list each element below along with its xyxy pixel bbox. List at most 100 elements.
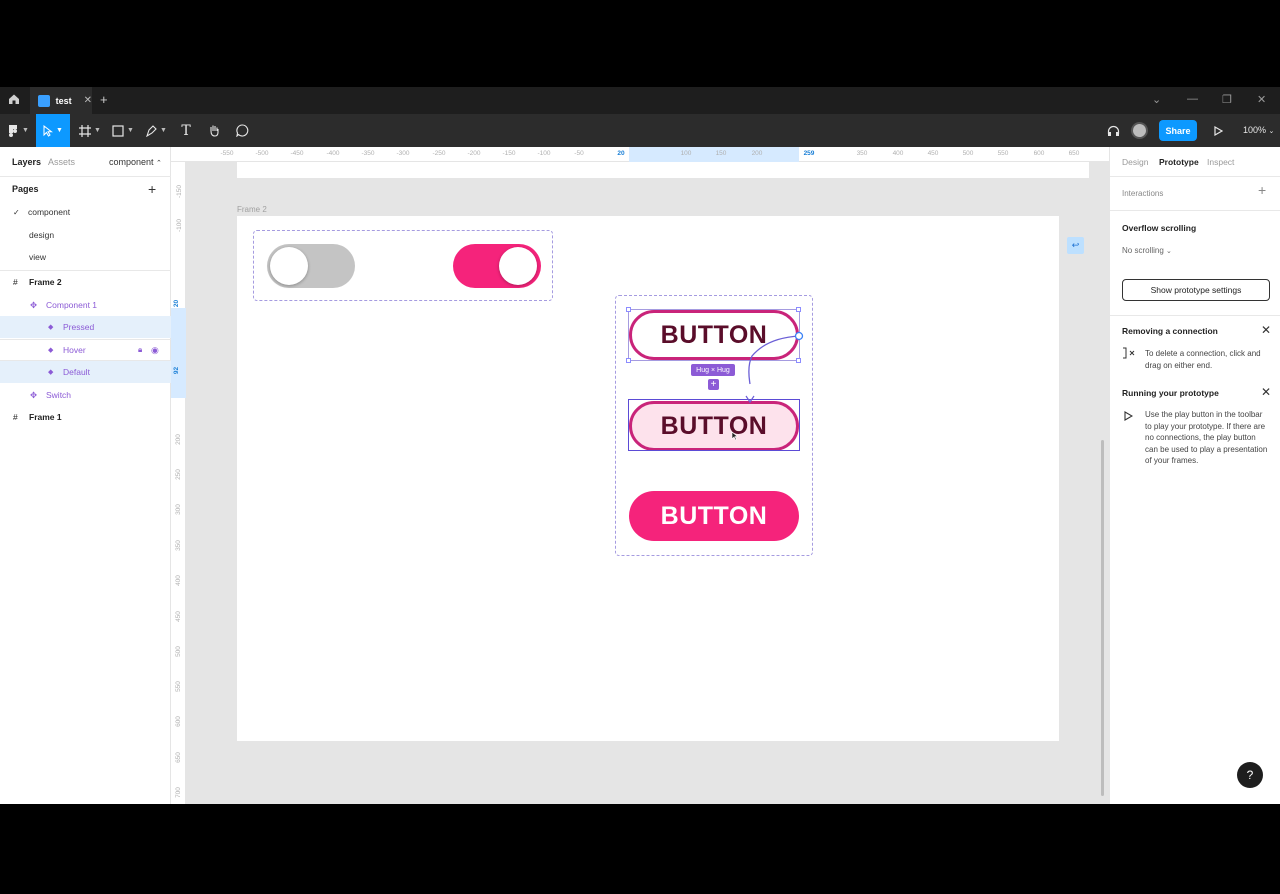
layer-switch[interactable]: ✥ Switch [0, 384, 171, 406]
show-prototype-settings-button[interactable]: Show prototype settings [1122, 279, 1270, 301]
page-selector[interactable]: component ⌃ [109, 157, 162, 167]
close-icon[interactable]: ✕ [1261, 385, 1271, 399]
tab-design[interactable]: Design [1122, 157, 1148, 167]
resize-handle[interactable] [626, 358, 631, 363]
page-selector-label: component [109, 157, 154, 167]
variant-icon: ◆ [48, 324, 54, 331]
switch-knob [499, 247, 537, 285]
close-window-icon[interactable]: ✕ [1257, 93, 1266, 106]
avatar[interactable] [1131, 122, 1148, 139]
main-menu-icon[interactable]: ▼ [4, 114, 34, 147]
page-item-component[interactable]: ✓ component [0, 201, 171, 223]
removing-connection-text: To delete a connection, click and drag o… [1145, 349, 1261, 370]
chevron-down-icon[interactable]: ⌄ [1152, 93, 1161, 106]
ruler-tick: -500 [255, 150, 269, 157]
running-prototype-title: Running your prototype [1122, 388, 1219, 398]
pen-tool-icon[interactable]: ▼ [143, 114, 169, 147]
ruler-tick: -450 [290, 150, 304, 157]
share-button[interactable]: Share [1159, 120, 1197, 141]
frame-1-canvas[interactable] [237, 162, 1089, 178]
frame-icon: # [13, 412, 18, 422]
canvas[interactable]: Frame 2 BUTTON BUTTON BUTTON Hug × Hug +… [186, 162, 1109, 804]
resize-handle[interactable] [796, 307, 801, 312]
help-button[interactable]: ? [1237, 762, 1263, 788]
ruler-tick: -300 [396, 150, 410, 157]
tab-assets[interactable]: Assets [48, 157, 75, 167]
ruler-tick: 400 [174, 575, 182, 586]
add-interaction-icon[interactable]: + [708, 379, 719, 390]
new-tab-icon[interactable]: + [100, 92, 108, 107]
horizontal-ruler: -550 -500 -450 -400 -350 -300 -250 -200 -150 -100… [171, 147, 1109, 162]
pages-title: Pages [12, 184, 39, 194]
eye-icon[interactable]: ◉ [151, 345, 159, 356]
ruler-tick: -550 [220, 150, 234, 157]
ruler-tick: 600 [174, 716, 182, 727]
tab-inspect[interactable]: Inspect [1207, 157, 1234, 167]
ruler-tick: 300 [174, 504, 182, 515]
toolbar: ▼ ▼ ▼ ▼ ▼ T [0, 114, 1280, 147]
cursor-icon [731, 431, 739, 441]
component-set-icon: ✥ [30, 389, 38, 400]
vertical-scrollbar[interactable] [1101, 440, 1104, 796]
frame-icon: # [13, 277, 18, 287]
add-interaction-button[interactable]: + [1258, 183, 1266, 196]
maximize-icon[interactable]: ❐ [1222, 93, 1232, 106]
layer-component-1[interactable]: ✥ Component 1 [0, 294, 171, 316]
zoom-value: 100% [1243, 125, 1267, 135]
comment-tool-icon[interactable] [232, 114, 252, 147]
layer-label: Component 1 [46, 300, 98, 310]
hand-tool-icon[interactable] [204, 114, 224, 147]
tab-prototype[interactable]: Prototype [1159, 157, 1199, 167]
layer-label: Pressed [63, 322, 95, 332]
close-tab-icon[interactable]: ✕ [84, 95, 92, 106]
ruler-tick: -100 [537, 150, 551, 157]
close-icon[interactable]: ✕ [1261, 323, 1271, 337]
ruler-tick: 200 [751, 150, 763, 157]
ruler-tick: 550 [174, 681, 182, 692]
page-item-design[interactable]: design [0, 224, 171, 246]
zoom-dropdown[interactable]: 100% ⌄ [1243, 125, 1274, 135]
ruler-tick: 650 [1068, 150, 1080, 157]
ruler-tick: 500 [962, 150, 974, 157]
variant-icon: ◆ [48, 369, 54, 376]
shape-tool-icon[interactable]: ▼ [110, 114, 136, 147]
layer-hover[interactable]: ◆ Hover 🔒︎ ◉ [0, 339, 171, 361]
resize-handle[interactable] [626, 307, 631, 312]
file-tab[interactable]: test ✕ [30, 87, 92, 114]
switch-knob [270, 247, 308, 285]
layer-pressed[interactable]: ◆ Pressed [0, 316, 171, 338]
text-tool-icon[interactable]: T [176, 114, 196, 147]
add-page-icon[interactable]: + [148, 181, 156, 197]
running-prototype-text: Use the play button in the toolbar to pl… [1145, 410, 1268, 465]
page-label: view [29, 252, 47, 262]
move-tool-icon[interactable]: ▼ [36, 114, 70, 147]
present-play-icon[interactable] [1208, 114, 1228, 147]
back-arrow-icon[interactable]: ↩ [1067, 237, 1084, 254]
layers-panel: Layers Assets component ⌃ Pages + ✓ comp… [0, 147, 171, 804]
home-icon[interactable] [8, 93, 22, 107]
ruler-tick: -50 [574, 150, 584, 157]
layer-label: Default [63, 367, 90, 377]
headphones-icon[interactable] [1103, 114, 1123, 147]
switch-on[interactable] [453, 244, 541, 288]
overflow-dropdown[interactable]: No scrolling ⌄ [1122, 245, 1172, 258]
lock-icon[interactable]: 🔒︎ [138, 345, 142, 355]
ruler-tick: 259 [803, 150, 815, 157]
button-variant-default[interactable]: BUTTON [629, 491, 799, 541]
overflow-title: Overflow scrolling [1122, 223, 1197, 233]
frame-tool-icon[interactable]: ▼ [77, 114, 103, 147]
switch-off[interactable] [267, 244, 355, 288]
frame-2-canvas[interactable]: BUTTON BUTTON BUTTON [237, 216, 1059, 741]
layer-frame-1[interactable]: # Frame 1 [0, 406, 171, 428]
figma-app: test ✕ + ⌄ — ❐ ✕ ▼ ▼ ▼ ▼ ▼ T Share 100% … [0, 0, 1280, 894]
ruler-tick: 250 [174, 469, 182, 480]
minimize-icon[interactable]: — [1187, 93, 1198, 105]
layer-frame-2[interactable]: # Frame 2 [0, 271, 171, 293]
tab-layers[interactable]: Layers [12, 157, 41, 167]
play-icon [1124, 411, 1133, 421]
hug-size-badge: Hug × Hug [691, 364, 735, 376]
layer-default[interactable]: ◆ Default [0, 361, 171, 383]
page-label: design [29, 230, 55, 240]
frame-2-label[interactable]: Frame 2 [237, 205, 267, 214]
page-item-view[interactable]: view [0, 246, 171, 268]
